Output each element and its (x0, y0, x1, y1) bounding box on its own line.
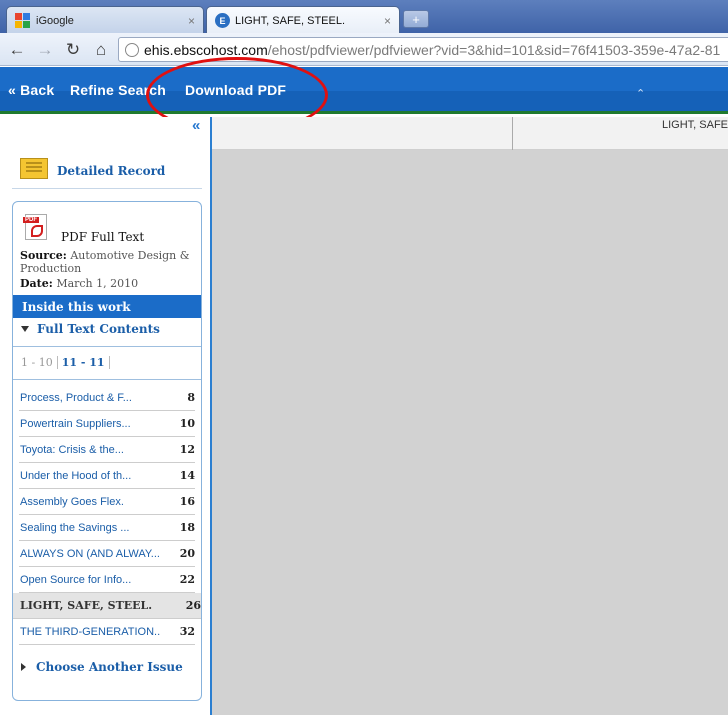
date-line: Date: March 1, 2010 (20, 277, 138, 290)
toc-title: Open Source for Info... (20, 573, 132, 586)
url-path: /ehost/pdfviewer/pdfviewer?vid=3&hid=101… (267, 41, 721, 58)
list-item[interactable]: Open Source for Info... 22 (19, 567, 195, 593)
divider (12, 188, 202, 189)
toc-title: ALWAYS ON (AND ALWAY... (20, 547, 160, 560)
igoogle-icon (15, 12, 31, 29)
detailed-record-link[interactable]: Detailed Record (20, 155, 165, 179)
back-arrow-icon[interactable]: ← (6, 39, 28, 61)
ebsco-icon: E (215, 13, 230, 28)
toc-page: 18 (179, 521, 195, 534)
choose-another-issue-link[interactable]: Choose Another Issue (21, 660, 183, 674)
url-host: ehis.ebscohost.com (144, 41, 268, 58)
close-icon[interactable]: × (188, 14, 195, 28)
divider (13, 379, 201, 380)
list-item[interactable]: Sealing the Savings ... 18 (19, 515, 195, 541)
toc-page: 26 (185, 599, 201, 612)
full-text-contents-toggle[interactable]: Full Text Contents (21, 322, 160, 336)
toc-title: Sealing the Savings ... (20, 521, 130, 534)
tab-title: iGoogle (36, 14, 74, 27)
back-link[interactable]: « Back (8, 82, 54, 98)
list-item[interactable]: Assembly Goes Flex. 16 (19, 489, 195, 515)
tab-title: LIGHT, SAFE, STEEL. (235, 14, 346, 27)
toc-page: 16 (179, 495, 195, 508)
toc-page: 22 (179, 573, 195, 586)
source-line: Source: Automotive Design & Production (20, 249, 196, 275)
triangle-down-icon (21, 326, 29, 332)
detailed-record-label: Detailed Record (57, 164, 166, 178)
list-item[interactable]: Toyota: Crisis & the... 12 (19, 437, 195, 463)
toc-page: 10 (179, 417, 195, 430)
sidebar: « Detailed Record PDF PDF Full Text Sour… (0, 117, 212, 715)
divider (512, 117, 513, 150)
toc-page: 12 (179, 443, 195, 456)
inside-this-work-header: Inside this work (13, 295, 201, 318)
toc-title: THE THIRD-GENERATION... (20, 625, 160, 638)
record-panel: PDF PDF Full Text Source: Automotive Des… (12, 201, 202, 701)
double-chevron-up-icon[interactable]: ⌃ (636, 87, 645, 100)
date-value: March 1, 2010 (56, 277, 139, 290)
viewer-header: LIGHT, SAFE, (212, 117, 728, 150)
collapse-sidebar-icon[interactable]: « (192, 117, 200, 134)
toc-title: Toyota: Crisis & the... (20, 443, 124, 456)
pager-range-1-10[interactable]: 1 - 10 (17, 356, 58, 369)
plus-icon: + (412, 11, 420, 27)
toc-page: 20 (179, 547, 195, 560)
toc-title: Under the Hood of th... (20, 469, 132, 482)
toc-page: 14 (179, 469, 195, 482)
tab-igoogle[interactable]: iGoogle × (6, 6, 204, 34)
new-tab-button[interactable]: + (403, 10, 429, 28)
pdf-icon: PDF (23, 214, 47, 240)
close-icon[interactable]: × (384, 14, 391, 28)
home-icon[interactable]: ⌂ (90, 39, 112, 61)
tab-light-safe-steel[interactable]: E LIGHT, SAFE, STEEL. × (206, 6, 400, 34)
browser-tabstrip: iGoogle × E LIGHT, SAFE, STEEL. × + (0, 0, 728, 34)
source-label: Source: (20, 249, 67, 262)
toc-title: Assembly Goes Flex. (20, 495, 124, 508)
browser-toolbar: ← → ↻ ⌂ ehis.ebscohost.com/ehost/pdfview… (0, 33, 728, 66)
ebsco-nav-bar: « Back Refine Search Download PDF ⌃ (0, 67, 728, 114)
toc-pager: 1 - 10 11 - 11 (17, 356, 110, 369)
forward-arrow-icon[interactable]: → (34, 39, 56, 61)
list-item[interactable]: THE THIRD-GENERATION... 32 (19, 619, 195, 645)
list-item[interactable]: ALWAYS ON (AND ALWAY... 20 (19, 541, 195, 567)
toc-title: Process, Product & F... (20, 391, 132, 404)
globe-icon (125, 42, 139, 57)
date-label: Date: (20, 277, 53, 290)
triangle-right-icon (21, 663, 26, 671)
choose-another-issue-label: Choose Another Issue (36, 660, 183, 674)
list-item-current[interactable]: LIGHT, SAFE, STEEL. 26 (13, 593, 201, 619)
pager-range-11-11[interactable]: 11 - 11 (58, 356, 110, 369)
toc-page: 32 (179, 625, 195, 638)
reload-icon[interactable]: ↻ (62, 39, 84, 61)
list-item[interactable]: Process, Product & F... 8 (19, 385, 195, 411)
toc-list: Process, Product & F... 8 Powertrain Sup… (13, 385, 201, 645)
list-item[interactable]: Under the Hood of th... 14 (19, 463, 195, 489)
list-item[interactable]: Powertrain Suppliers... 10 (19, 411, 195, 437)
full-text-contents-label: Full Text Contents (37, 322, 160, 336)
toc-title: Powertrain Suppliers... (20, 417, 131, 430)
pdf-full-text-label: PDF Full Text (61, 230, 145, 244)
toc-page: 8 (187, 391, 195, 404)
folder-icon (20, 155, 48, 179)
pdf-full-text-link[interactable]: PDF PDF Full Text (23, 214, 144, 244)
divider (13, 346, 201, 347)
document-title: LIGHT, SAFE, (662, 119, 728, 131)
pdf-viewer[interactable]: LIGHT, SAFE, (212, 117, 728, 715)
toc-title: LIGHT, SAFE, STEEL. (20, 599, 153, 612)
